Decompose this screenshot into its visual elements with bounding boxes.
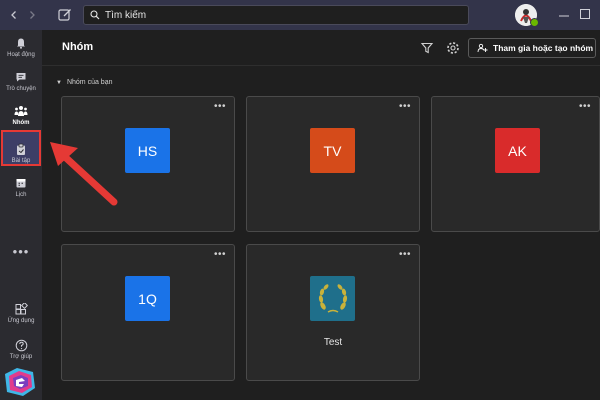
page-header: Nhóm Tham gia hoặc tạo nhóm bbox=[42, 30, 600, 66]
more-options-icon[interactable]: ••• bbox=[399, 101, 411, 112]
team-avatar-tile bbox=[310, 276, 355, 321]
search-input[interactable]: Tìm kiếm bbox=[83, 5, 469, 25]
rail-item-label: Trợ giúp bbox=[9, 354, 33, 360]
teams-app-window: Tìm kiếm Hoạt động Trò chuyện Nhóm Bài t… bbox=[0, 0, 600, 400]
brand-logo bbox=[3, 366, 37, 398]
more-options-icon[interactable]: ••• bbox=[399, 249, 411, 260]
join-team-icon bbox=[477, 43, 488, 53]
new-chat-icon[interactable] bbox=[57, 7, 73, 23]
left-rail: Hoạt động Trò chuyện Nhóm Bài tập Lịch •… bbox=[0, 30, 42, 400]
rail-item-teams[interactable]: Nhóm bbox=[0, 104, 42, 126]
join-or-create-team-button[interactable]: Tham gia hoặc tạo nhóm bbox=[468, 38, 596, 58]
search-icon bbox=[90, 10, 100, 20]
rail-item-label: Trò chuyện bbox=[6, 86, 36, 92]
join-button-label: Tham gia hoặc tạo nhóm bbox=[493, 43, 594, 53]
more-apps-icon[interactable]: ••• bbox=[0, 244, 42, 259]
presence-status-icon bbox=[530, 18, 539, 27]
title-bar: Tìm kiếm bbox=[0, 0, 600, 30]
rail-item-activity[interactable]: Hoạt động bbox=[0, 36, 42, 58]
maximize-icon[interactable] bbox=[580, 9, 590, 19]
your-teams-section-toggle[interactable]: ▼ Nhóm của bạn bbox=[56, 79, 112, 86]
bell-icon bbox=[14, 36, 28, 50]
section-label: Nhóm của bạn bbox=[66, 79, 113, 86]
teams-icon bbox=[14, 104, 28, 118]
gear-icon[interactable] bbox=[445, 40, 461, 56]
forward-arrow-icon[interactable] bbox=[24, 7, 40, 23]
back-arrow-icon[interactable] bbox=[6, 7, 22, 23]
team-avatar-tile: AK bbox=[495, 128, 540, 173]
chat-icon bbox=[14, 70, 28, 84]
team-card[interactable]: ••• Test bbox=[246, 244, 420, 381]
rail-item-label: Bài tập bbox=[11, 158, 31, 164]
minimize-icon[interactable] bbox=[558, 9, 570, 21]
laurel-wreath-icon bbox=[318, 283, 347, 313]
rail-item-label: Hoạt động bbox=[7, 52, 35, 58]
rail-item-label: Lịch bbox=[15, 192, 27, 198]
rail-item-label: Ứng dụng bbox=[7, 318, 35, 324]
rail-item-chat[interactable]: Trò chuyện bbox=[0, 70, 42, 92]
rail-item-help[interactable]: Trợ giúp bbox=[0, 338, 42, 360]
team-card[interactable]: ••• AK bbox=[431, 96, 600, 232]
team-avatar-tile: 1Q bbox=[125, 276, 170, 321]
rail-item-assignments[interactable]: Bài tập bbox=[0, 142, 42, 164]
rail-item-apps[interactable]: Ứng dụng bbox=[0, 302, 42, 324]
more-options-icon[interactable]: ••• bbox=[579, 101, 591, 112]
red-pointer-arrow-icon bbox=[50, 142, 118, 206]
calendar-icon bbox=[14, 176, 28, 190]
team-card[interactable]: ••• TV bbox=[246, 96, 420, 232]
rail-item-label: Nhóm bbox=[12, 120, 30, 126]
more-options-icon[interactable]: ••• bbox=[214, 101, 226, 112]
assignments-icon bbox=[14, 142, 28, 156]
filter-icon[interactable] bbox=[420, 41, 434, 55]
team-card[interactable]: ••• 1Q bbox=[61, 244, 235, 381]
team-avatar-tile: HS bbox=[125, 128, 170, 173]
rail-item-calendar[interactable]: Lịch bbox=[0, 176, 42, 198]
search-placeholder: Tìm kiếm bbox=[105, 9, 147, 21]
help-icon bbox=[14, 338, 28, 352]
page-title: Nhóm bbox=[62, 41, 94, 53]
apps-icon bbox=[14, 302, 28, 316]
caret-down-icon: ▼ bbox=[56, 79, 62, 86]
more-options-icon[interactable]: ••• bbox=[214, 249, 226, 260]
team-avatar-tile: TV bbox=[310, 128, 355, 173]
team-name: Test bbox=[323, 337, 343, 348]
